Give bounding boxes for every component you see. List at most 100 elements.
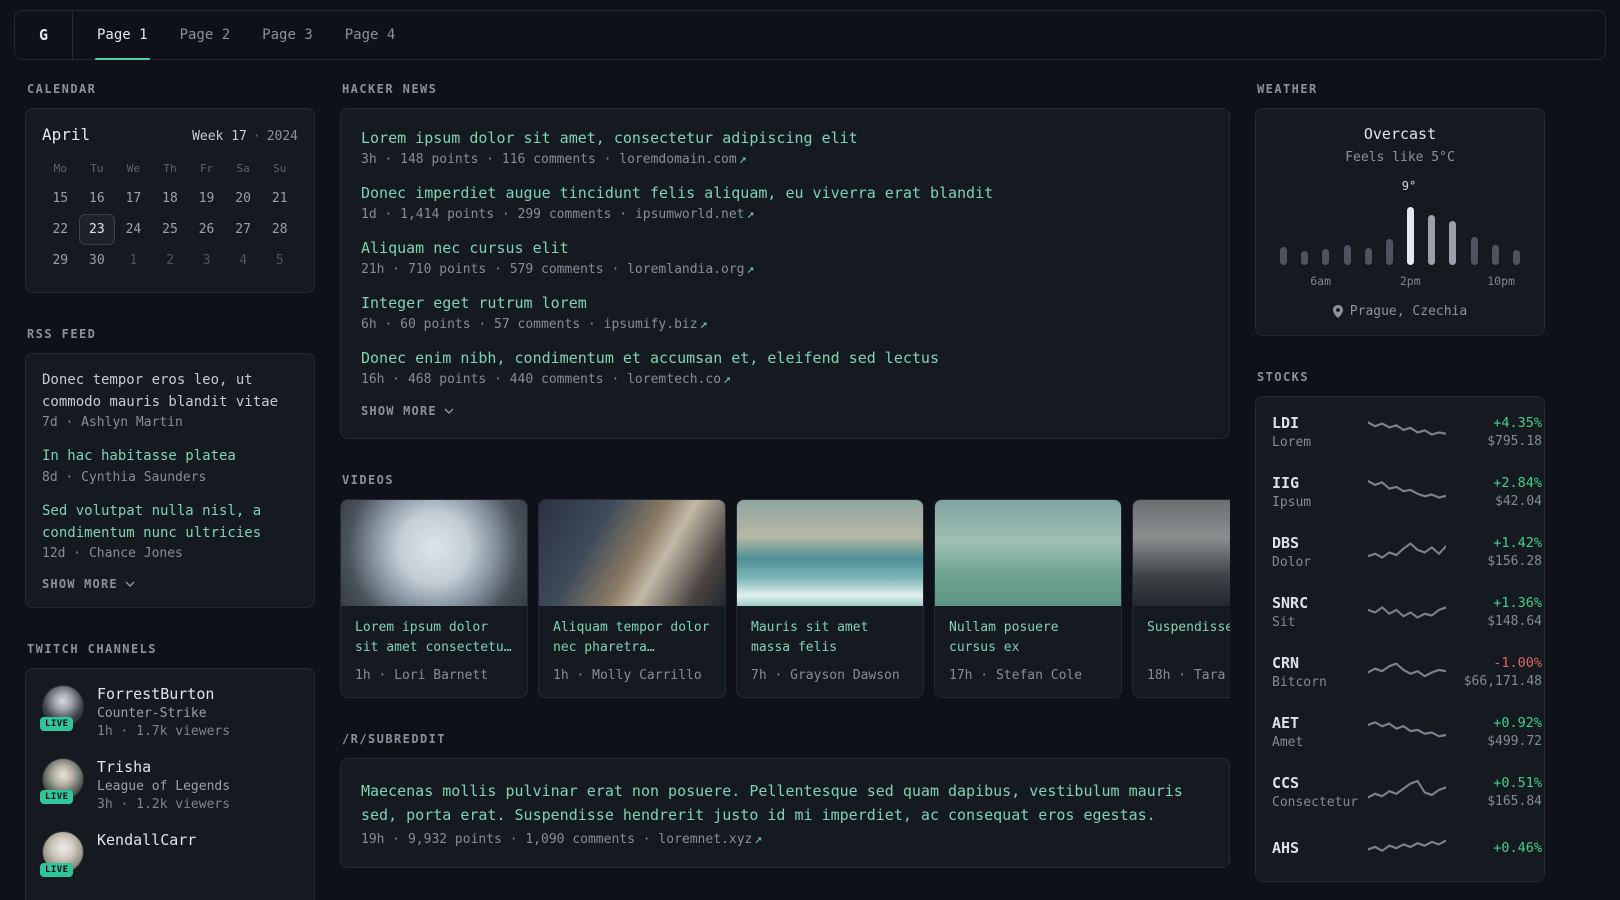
stock-name: Ipsum [1272,495,1312,510]
twitch-widget: TWITCH CHANNELS LIVE ForrestBurton Count… [25,642,315,900]
twitch-channel-name[interactable]: Trisha [97,758,230,776]
stock-row[interactable]: AHS +0.46% [1272,822,1542,876]
hacker-news-item-title[interactable]: Integer eget rutrum lorem [361,294,1209,312]
weather-hour-bar [1428,215,1436,265]
stock-row[interactable]: CCS Consectetur +0.51% $165.84 [1272,762,1542,822]
page-tab[interactable]: Page 2 [178,11,233,59]
stock-row[interactable]: IIG Ipsum +2.84% $42.04 [1272,462,1542,522]
avatar[interactable]: LIVE [40,831,84,878]
rss-item-meta: 8d · Cynthia Saunders [42,470,207,486]
calendar-month: April [42,125,91,144]
external-link-icon: ↗ [738,152,747,167]
calendar-day: 3 [202,253,211,268]
rss-item: Sed volutpat nulla nisl, a condimentum n… [42,501,298,561]
app-logo[interactable]: G [15,11,73,59]
stock-sparkline [1368,417,1446,447]
page-tab[interactable]: Page 1 [95,11,150,60]
subreddit-post: Maecenas mollis pulvinar erat non posuer… [361,779,1209,847]
subreddit-widget-title: /R/SUBREDDIT [342,732,446,747]
calendar-day: 19 [198,191,215,206]
stock-name: Sit [1272,615,1296,630]
rss-item-meta: 12d · Chance Jones [42,546,183,562]
video-title[interactable]: Lorem ipsum dolor sit amet consectetu… [355,618,513,658]
weather-hour-bar [1385,239,1393,265]
hacker-news-item: Donec imperdiet augue tincidunt felis al… [361,184,1209,222]
calendar-weekday: Tu [90,162,104,175]
video-thumbnail[interactable] [341,500,527,606]
rss-item-title[interactable]: In hac habitasse platea [42,446,298,468]
video-title[interactable]: Suspendisse diam [1147,618,1230,658]
external-link-icon: ↗ [699,317,708,332]
twitch-channel[interactable]: LIVE KendallCarr [40,831,298,878]
calendar-widget-title: CALENDAR [27,82,97,96]
stock-row[interactable]: SNRC Sit +1.36% $148.64 [1272,582,1542,642]
live-badge: LIVE [40,790,74,805]
weather-hour-bar [1491,245,1499,265]
rss-item-title[interactable]: Donec tempor eros leo, ut commodo mauris… [42,370,298,413]
video-thumbnail[interactable] [737,500,923,606]
stock-symbol: CCS [1272,774,1300,792]
weather-location: Prague, Czechia [1272,304,1528,319]
calendar-week-year: Week 17 · 2024 [192,129,298,144]
stock-row[interactable]: AET Amet +0.92% $499.72 [1272,702,1542,762]
dashboard: CALENDAR April Week 17 · 2024 Mo Tu We Th Fr Sa… [0,60,1620,900]
video-meta: 17h · Stefan Cole [949,668,1083,684]
video-thumbnail[interactable] [539,500,725,606]
source-link[interactable]: loremdomain.com ↗ [619,152,746,167]
hacker-news-item: Donec enim nibh, condimentum et accumsan… [361,349,1209,387]
calendar-day: 16 [89,191,105,206]
source-link[interactable]: loremlandia.org ↗ [627,262,754,277]
stock-row[interactable]: LDI Lorem +4.35% $795.18 [1272,402,1542,462]
avatar[interactable]: LIVE [40,758,84,805]
stock-row[interactable]: DBS Dolor +1.42% $156.28 [1272,522,1542,582]
stock-change: +1.42% [1493,535,1542,551]
calendar-day: 1 [129,253,138,268]
twitch-channel-name[interactable]: ForrestBurton [97,685,230,703]
twitch-channel-viewers: 3h · 1.2k viewers [97,797,231,813]
rss-show-more-button[interactable]: SHOW MORE [42,577,135,591]
hacker-news-item-title[interactable]: Lorem ipsum dolor sit amet, consectetur … [361,129,1209,147]
hacker-news-show-more-button[interactable]: SHOW MORE [361,404,454,418]
source-link[interactable]: ipsumworld.net ↗ [635,207,754,222]
video-meta: 1h · Lori Barnett [355,668,489,684]
video-title[interactable]: Aliquam tempor dolor nec pharetra… [553,618,711,658]
video-title[interactable]: Nullam posuere cursus ex [949,618,1107,658]
subreddit-post-title[interactable]: Maecenas mollis pulvinar erat non posuer… [361,779,1209,827]
video-thumbnail[interactable] [1133,500,1230,606]
twitch-channel[interactable]: LIVE Trisha League of Legends 3h · 1.2k … [40,758,298,813]
weather-condition: Overcast [1363,125,1437,143]
live-badge: LIVE [40,863,74,878]
stock-symbol: CRN [1272,654,1300,672]
external-link-icon: ↗ [746,262,755,277]
hacker-news-item-title[interactable]: Donec imperdiet augue tincidunt felis al… [361,184,1209,202]
video-meta: 18h · Tara [1147,668,1226,683]
video-card: Suspendisse diam 18h · Tara [1132,499,1230,699]
weather-peak-temp: 9° [1401,179,1417,193]
hacker-news-item-title[interactable]: Aliquam nec cursus elit [361,239,1209,257]
page-tab[interactable]: Page 4 [343,11,398,59]
source-link[interactable]: loremnet.xyz ↗ [658,832,762,847]
rss-item-title[interactable]: Sed volutpat nulla nisl, a condimentum n… [42,501,298,544]
stock-sparkline [1368,834,1446,864]
twitch-channel[interactable]: LIVE ForrestBurton Counter-Strike 1h · 1… [40,685,298,739]
video-title[interactable]: Mauris sit amet massa felis [751,618,909,658]
stock-row[interactable]: CRN Bitcorn -1.00% $66,171.48 [1272,642,1542,702]
stocks-widget: STOCKS LDI Lorem +4.35% $795.18 IIG Ipsu… [1255,370,1545,882]
stock-symbol: IIG [1272,474,1300,492]
stock-change: +4.35% [1493,415,1542,431]
hacker-news-item-meta: 21h · 710 points · 579 comments · loreml… [361,262,755,277]
hacker-news-item-title[interactable]: Donec enim nibh, condimentum et accumsan… [361,349,1209,367]
calendar-day: 15 [52,191,69,206]
avatar[interactable]: LIVE [40,685,84,732]
stock-price: $499.72 [1487,734,1542,749]
twitch-channel-name[interactable]: KendallCarr [97,831,196,849]
weather-hour-bar [1512,250,1520,265]
hacker-news-item-meta: 16h · 468 points · 440 comments · loremt… [361,372,731,387]
calendar-day: 21 [271,191,288,206]
weather-hour-bar [1301,251,1309,265]
video-thumbnail[interactable] [935,500,1121,606]
source-link[interactable]: loremtech.co ↗ [627,372,731,387]
source-link[interactable]: ipsumify.biz ↗ [604,317,708,332]
stock-symbol: LDI [1272,414,1300,432]
page-tab[interactable]: Page 3 [260,11,315,59]
